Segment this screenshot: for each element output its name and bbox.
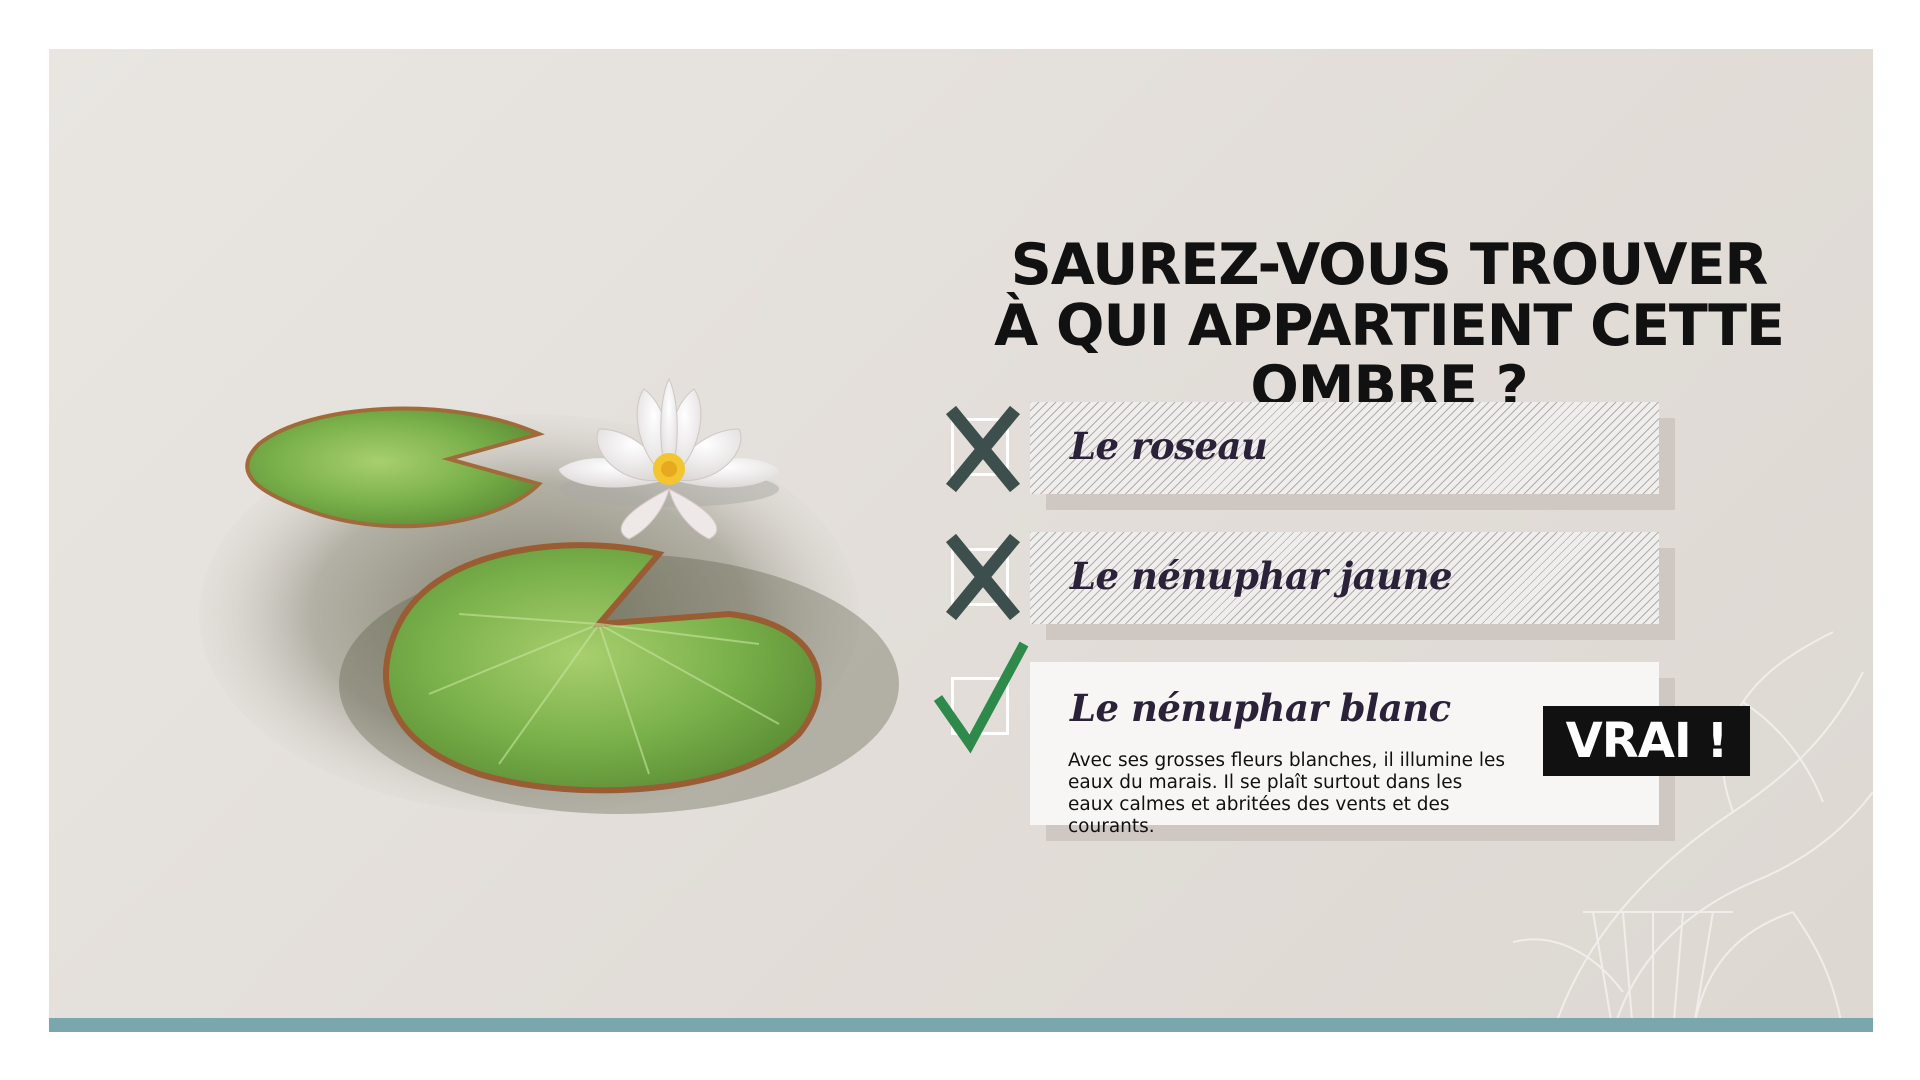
x-mark-icon <box>945 405 1021 493</box>
answer-option-nenuphar-jaune[interactable]: Le nénuphar jaune <box>1030 532 1675 640</box>
accent-bar <box>49 1018 1873 1032</box>
option-card: Le nénuphar jaune <box>1030 532 1659 624</box>
option-description: Avec ses grosses fleurs blanches, il ill… <box>1068 750 1506 837</box>
option-card: Le roseau <box>1030 402 1659 494</box>
answer-option-roseau[interactable]: Le roseau <box>1030 402 1675 510</box>
option-label: Le roseau <box>1070 424 1268 468</box>
option-label: Le nénuphar blanc <box>1070 686 1451 730</box>
checkmark-icon <box>933 641 1029 754</box>
water-lily-illustration <box>199 377 899 814</box>
x-mark-icon <box>945 533 1021 621</box>
title-line-1: SAUREZ-VOUS TROUVER <box>1010 232 1769 298</box>
option-label: Le nénuphar jaune <box>1070 554 1453 598</box>
result-badge: VRAI ! <box>1543 706 1750 776</box>
quiz-question-title: SAUREZ-VOUS TROUVER À QUI APPARTIENT CET… <box>889 235 1873 418</box>
title-line-2: À QUI APPARTIENT CETTE OMBRE ? <box>994 293 1785 420</box>
